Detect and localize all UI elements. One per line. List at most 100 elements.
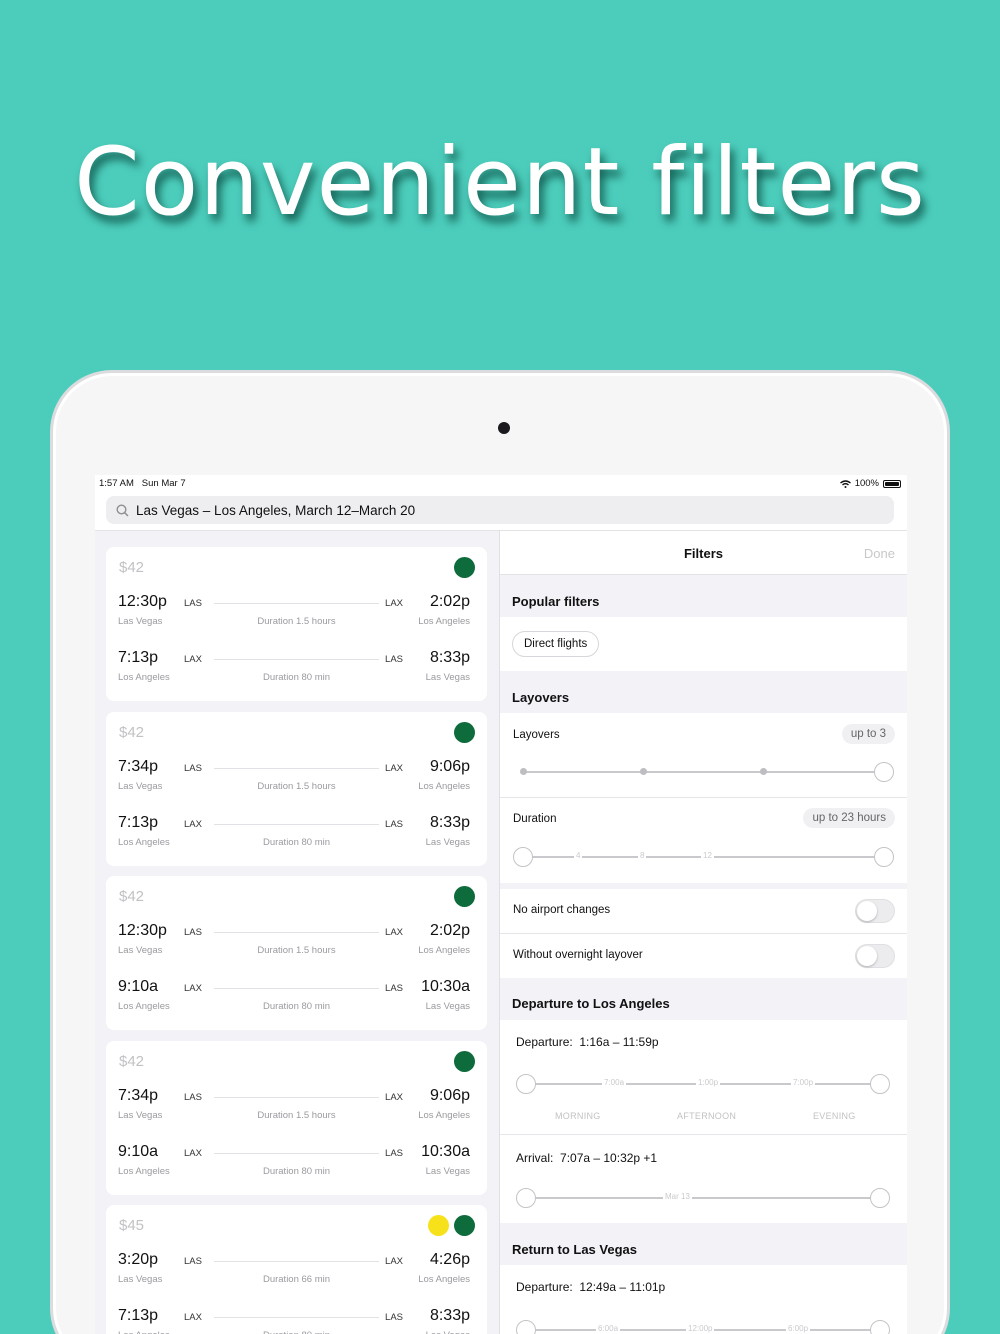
departure-range: 1:16a – 11:59p [579,1035,659,1049]
departure-airport: LAX [184,983,202,994]
battery-icon [883,479,901,488]
departure-airport: LAS [184,1256,202,1267]
arrival-city: Los Angeles [418,616,470,627]
flight-result-card[interactable]: $42 7:34p Las Vegas LAS Duration 1.5 hou… [106,1040,487,1195]
flight-result-card[interactable]: $42 7:34p Las Vegas LAS Duration 1.5 hou… [106,711,487,866]
departure-time: 9:10a [118,978,159,995]
departure-la-min-handle[interactable] [516,1074,536,1094]
airline-logos [454,1050,475,1072]
return-lv-min-handle[interactable] [516,1320,536,1334]
arrival-time: 10:30a [421,1142,470,1160]
arrival-la-max-handle[interactable] [870,1188,890,1208]
frontier-logo-icon [454,886,475,907]
duration-tick: 8 [638,851,647,860]
departure-time: 3:20p [118,1251,159,1268]
departure-airport: LAS [184,1091,202,1103]
flight-result-card[interactable]: $45 3:20p Las Vegas LAS Duration 66 min … [106,1205,487,1334]
status-time: 1:57 AM [99,478,134,489]
arrival-city: Las Vegas [425,1001,470,1012]
arrival-city: Las Vegas [425,1165,470,1177]
direct-flights-chip[interactable]: Direct flights [512,631,600,657]
route-line [214,823,379,825]
departure-time: 7:13p [118,649,159,666]
arrival-time: 10:30a [421,978,470,995]
arrival-city: Los Angeles [418,945,470,956]
filters-panel: Filters Done Popular filters Direct flig… [500,531,907,1334]
layovers-value: up to 3 [841,724,895,744]
departure-time: 12:30p [118,922,167,939]
arrival-time: 4:26p [429,1251,470,1268]
departure-la-max-handle[interactable] [870,1074,890,1094]
arrival-la-min-handle[interactable] [516,1188,536,1208]
layovers-step [640,768,647,775]
airline-logos [454,557,475,578]
duration-tick: 4 [574,851,583,860]
departure-la-section: Departure: 1:16a – 11:59p 7:00a 1:00p 7:… [500,1020,907,1223]
departure-time: 7:34p [118,757,159,775]
airline-logos [428,1215,475,1236]
arrival-airport: LAX [385,1256,403,1267]
return-lv-tick: 6:00a [596,1324,621,1333]
duration-min-handle[interactable] [513,847,533,867]
departure-la-tick: 7:00a [602,1078,627,1087]
arrival-time: 8:33p [429,1307,470,1324]
status-date: Sun Mar 7 [141,478,186,489]
route-line [214,1152,379,1154]
return-lv-max-handle[interactable] [870,1320,890,1334]
airline-logos [454,886,475,907]
arrival-la-slider[interactable] [523,1197,880,1199]
duration-max-handle[interactable] [874,847,894,867]
outbound-segment: 7:34p Las Vegas LAS Duration 1.5 hours L… [106,1087,487,1133]
search-input[interactable]: Las Vegas – Los Angeles, March 12–March … [106,496,894,524]
route-line [214,1317,379,1318]
layovers-label: Layovers [513,729,560,741]
popular-filters-section: Direct flights [500,617,907,671]
arrival-airport: LAX [385,598,403,609]
arrival-airport: LAS [385,654,403,665]
departure-time: 12:30p [118,593,167,610]
no-airport-changes-toggle[interactable] [855,899,895,923]
route-line [214,659,379,660]
wifi-icon [839,479,851,488]
arrival-airport: LAS [385,1147,403,1159]
arrival-city: Las Vegas [426,1330,470,1334]
layovers-section: Layovers up to 3 Duration up to 23 hours… [500,713,907,883]
flight-result-card[interactable]: $42 12:30p Las Vegas LAS Duration 1.5 ho… [106,876,487,1030]
return-lv-header: Return to Las Vegas [512,1242,637,1257]
arrival-city: Las Vegas [425,672,470,683]
arrival-time: 2:02p [429,593,470,610]
search-bar: Las Vegas – Los Angeles, March 12–March … [95,493,907,531]
no-overnight-toggle[interactable] [855,944,895,968]
no-airport-changes-label: No airport changes [513,904,611,916]
return-segment: 7:13p Los Angeles LAX Duration 80 min LA… [106,649,487,695]
layovers-slider[interactable] [523,771,880,773]
duration-label: Duration [513,813,557,825]
arrival-airport: LAS [385,1312,403,1323]
done-button[interactable]: Done [864,546,895,561]
return-segment: 7:13p Los Angeles LAX Duration 80 min LA… [106,1307,487,1334]
return-segment: 9:10a Los Angeles LAX Duration 80 min LA… [106,1143,487,1189]
departure-airport: LAX [184,818,202,830]
outbound-segment: 7:34p Las Vegas LAS Duration 1.5 hours L… [106,758,487,804]
arrival-airport: LAS [385,983,403,994]
layovers-header: Layovers [512,690,570,705]
results-list: $42 12:30p Las Vegas LAS Duration 1.5 ho… [95,531,499,1334]
departure-label: Departure: [516,1035,573,1049]
no-overnight-label: Without overnight layover [513,949,643,961]
departure-la-header: Departure to Los Angeles [512,996,670,1011]
return-departure-label: Departure: [516,1280,573,1294]
headline: Convenient filters [74,128,926,237]
arrival-city: Los Angeles [418,780,470,792]
layovers-step [760,768,767,775]
filters-title: Filters [683,546,723,561]
flight-result-card[interactable]: $42 12:30p Las Vegas LAS Duration 1.5 ho… [106,547,487,701]
camera-icon [498,422,510,434]
layovers-slider-handle[interactable] [874,762,894,782]
frontier-logo-icon [454,1050,475,1072]
layovers-step [520,768,527,775]
airline-logos [454,721,475,743]
departure-airport: LAX [184,654,202,665]
arrival-la-tick: Mar 13 [663,1192,692,1201]
return-departure-range: 12:49a – 11:01p [579,1280,666,1294]
route-line [214,932,379,933]
